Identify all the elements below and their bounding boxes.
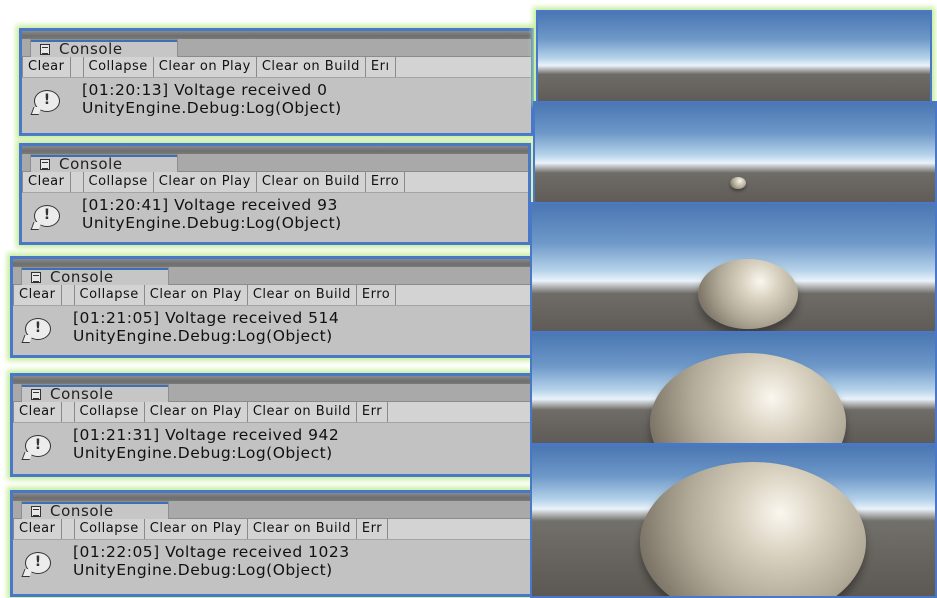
console-toolbar: Clear Collapse Clear on Play Clear on Bu… (22, 57, 531, 78)
log-entry[interactable]: ! [01:22:05] Voltage received 1023 Unity… (13, 540, 530, 584)
log-entry[interactable]: ! [01:20:41] Voltage received 93 UnityEn… (22, 193, 528, 237)
log-entry[interactable]: ! [01:21:05] Voltage received 514 UnityE… (13, 306, 530, 350)
collapse-button[interactable]: Collapse (73, 402, 145, 422)
window-title-strip (22, 31, 531, 39)
clear-on-play-button[interactable]: Clear on Play (145, 519, 248, 539)
console-tab[interactable]: Console (30, 154, 178, 173)
console-tab-label: Console (59, 40, 123, 58)
console-tab-icon (31, 506, 41, 517)
console-tab-icon (40, 159, 50, 170)
sphere-object (650, 353, 846, 443)
console-toolbar: Clear Collapse Clear on Play Clear on Bu… (22, 172, 528, 193)
error-pause-button[interactable]: Err (357, 519, 389, 539)
clear-button[interactable]: Clear (22, 172, 71, 192)
sphere-object (730, 177, 746, 189)
clear-button[interactable]: Clear (13, 285, 62, 305)
clear-button[interactable]: Clear (22, 57, 71, 77)
collapse-button[interactable]: Collapse (73, 519, 145, 539)
clear-on-play-button[interactable]: Clear on Play (145, 402, 248, 422)
console-toolbar: Clear Collapse Clear on Play Clear on Bu… (13, 285, 530, 306)
tab-bar: Console (13, 384, 530, 403)
clear-on-build-button[interactable]: Clear on Build (248, 402, 357, 422)
window-title-strip (13, 376, 530, 384)
console-tab-label: Console (50, 385, 114, 403)
log-message: [01:20:41] Voltage received 93 (82, 196, 338, 214)
log-source: UnityEngine.Debug:Log(Object) (82, 214, 342, 232)
scene-view-5 (530, 444, 937, 598)
clear-on-play-button[interactable]: Clear on Play (154, 57, 257, 77)
console-tab[interactable]: Console (21, 267, 169, 286)
info-icon: ! (25, 318, 51, 340)
console-panel-4: Console Clear Collapse Clear on Play Cle… (10, 373, 533, 477)
log-source: UnityEngine.Debug:Log(Object) (82, 99, 342, 117)
tab-bar: Console (13, 267, 530, 286)
tab-bar: Console (13, 501, 530, 520)
console-panel-3: Console Clear Collapse Clear on Play Cle… (10, 256, 533, 358)
log-message: [01:20:13] Voltage received 0 (82, 81, 328, 99)
log-source: UnityEngine.Debug:Log(Object) (73, 444, 333, 462)
clear-on-build-button[interactable]: Clear on Build (257, 172, 366, 192)
sphere-object (640, 462, 866, 596)
clear-on-build-button[interactable]: Clear on Build (248, 519, 357, 539)
console-tab-icon (31, 389, 41, 400)
scene-view-2 (533, 101, 937, 205)
console-tab-icon (40, 44, 50, 55)
console-toolbar: Clear Collapse Clear on Play Clear on Bu… (13, 519, 530, 540)
tab-bar: Console (22, 154, 528, 173)
info-icon: ! (34, 205, 60, 227)
sphere-object (698, 259, 798, 329)
console-tab[interactable]: Console (30, 39, 178, 58)
scene-view-3 (530, 202, 937, 334)
collapse-button[interactable]: Collapse (82, 57, 154, 77)
info-icon: ! (25, 552, 51, 574)
collapse-button[interactable]: Collapse (73, 285, 145, 305)
clear-on-play-button[interactable]: Clear on Play (154, 172, 257, 192)
scene-view-4 (530, 331, 937, 445)
log-entry[interactable]: ! [01:21:31] Voltage received 942 UnityE… (13, 423, 530, 467)
window-title-strip (13, 259, 530, 267)
info-icon: ! (25, 435, 51, 457)
console-toolbar: Clear Collapse Clear on Play Clear on Bu… (13, 402, 530, 423)
window-title-strip (22, 146, 528, 154)
info-icon: ! (34, 90, 60, 112)
clear-button[interactable]: Clear (13, 402, 62, 422)
window-title-strip (13, 493, 530, 501)
clear-on-play-button[interactable]: Clear on Play (145, 285, 248, 305)
error-pause-button[interactable]: Erı (366, 57, 396, 77)
error-pause-button[interactable]: Erro (357, 285, 397, 305)
collapse-button[interactable]: Collapse (82, 172, 154, 192)
clear-on-build-button[interactable]: Clear on Build (257, 57, 366, 77)
log-message: [01:22:05] Voltage received 1023 (73, 543, 350, 561)
log-entry[interactable]: ! [01:20:13] Voltage received 0 UnityEng… (22, 78, 531, 122)
console-tab[interactable]: Console (21, 384, 169, 403)
console-tab-label: Console (50, 268, 114, 286)
scene-view-1 (536, 10, 932, 103)
console-tab-label: Console (59, 155, 123, 173)
tab-bar: Console (22, 39, 531, 58)
clear-button[interactable]: Clear (13, 519, 62, 539)
log-source: UnityEngine.Debug:Log(Object) (73, 327, 333, 345)
console-panel-5: Console Clear Collapse Clear on Play Cle… (10, 490, 533, 597)
console-tab[interactable]: Console (21, 501, 169, 520)
console-panel-2: Console Clear Collapse Clear on Play Cle… (19, 143, 531, 245)
console-panel-1: Console Clear Collapse Clear on Play Cle… (19, 28, 534, 136)
log-source: UnityEngine.Debug:Log(Object) (73, 561, 333, 579)
console-tab-label: Console (50, 502, 114, 520)
error-pause-button[interactable]: Erro (366, 172, 406, 192)
clear-on-build-button[interactable]: Clear on Build (248, 285, 357, 305)
error-pause-button[interactable]: Err (357, 402, 389, 422)
log-message: [01:21:31] Voltage received 942 (73, 426, 340, 444)
log-message: [01:21:05] Voltage received 514 (73, 309, 340, 327)
console-tab-icon (31, 272, 41, 283)
